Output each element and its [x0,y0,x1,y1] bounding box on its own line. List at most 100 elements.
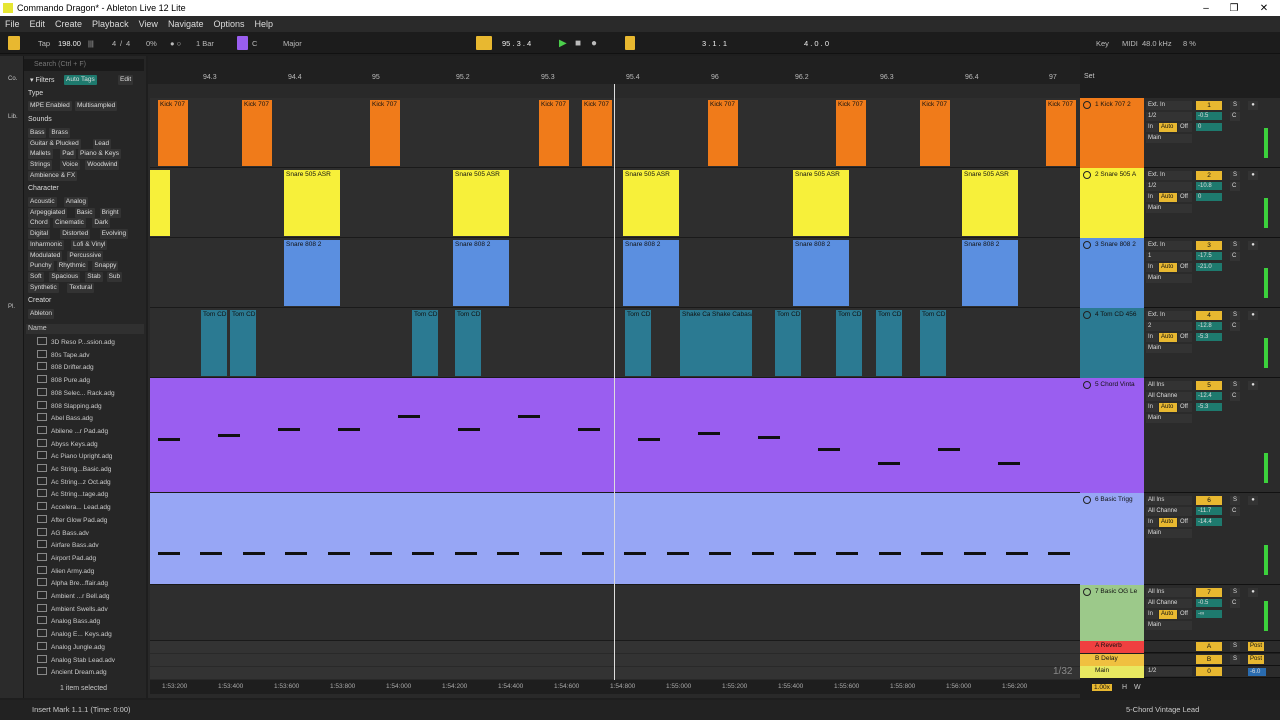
input-channel-select[interactable]: 1 [1146,252,1192,261]
midi-note[interactable] [878,552,901,555]
track-lane[interactable] [150,378,1080,493]
midi-note[interactable] [666,552,689,555]
input-type-select[interactable]: Ext. In [1146,241,1192,250]
midi-note[interactable] [327,552,350,555]
tag-character[interactable]: Rhythmic [56,261,88,272]
midi-note[interactable] [370,552,392,555]
tap-button[interactable]: Tap [38,37,50,49]
output-select[interactable]: Main [1146,134,1192,143]
audio-clip[interactable]: Snare 808 2 [284,240,340,306]
audio-clip[interactable]: Kick 707 [708,100,738,166]
volume-field[interactable]: -11.7 [1196,507,1222,515]
send-field[interactable]: -21.0 [1196,263,1222,271]
midi-note[interactable] [285,552,308,555]
audio-clip[interactable]: Tom CD [455,310,481,376]
tag-character[interactable]: Punchy [28,261,54,272]
menu-navigate[interactable]: Navigate [163,19,209,29]
arm-icon[interactable]: ● [1248,101,1258,110]
monitor-off-button[interactable]: Off [1178,333,1192,342]
volume-field[interactable]: -17.5 [1196,252,1222,260]
menu-view[interactable]: View [134,19,163,29]
tag-sound[interactable]: Ambience & FX [28,170,78,181]
solo-button[interactable]: S [1230,588,1240,597]
track-fold-icon[interactable] [1083,496,1091,504]
send-field[interactable]: 0 [1196,193,1222,201]
browser-file-item[interactable]: Analog Stab Lead.adv [37,655,115,664]
audio-clip[interactable] [150,170,170,236]
browser-file-item[interactable]: Ac String...tage.adg [37,489,108,498]
menu-edit[interactable]: Edit [25,19,51,29]
audio-clip[interactable]: Snare 505 ASR [623,170,679,236]
monitor-in-button[interactable]: In [1146,403,1158,412]
creator-header[interactable]: Creator [28,297,51,304]
send-field[interactable]: -∞ [1196,610,1222,618]
track-lane[interactable]: Kick 707 Kick 707 Kick 707 Kick 707 Kick 707… [150,98,1080,168]
tag-character[interactable]: Stab [85,271,103,282]
track-header[interactable]: 2 Snare 505 A [1080,168,1144,238]
monitor-off-button[interactable]: Off [1178,518,1192,527]
pan-field[interactable]: C [1230,599,1240,608]
close-icon[interactable]: ✕ [1250,0,1278,16]
send-field[interactable]: -5.3 [1196,403,1222,411]
monitor-off-button[interactable]: Off [1178,263,1192,272]
menu-file[interactable]: File [0,19,25,29]
audio-clip[interactable]: Tom CD [876,310,902,376]
arm-icon[interactable]: ● [1248,588,1258,597]
midi-note[interactable] [751,552,774,555]
solo-button[interactable]: S [1230,241,1240,250]
main-volume[interactable]: -6.0 [1248,668,1266,676]
midi-note[interactable] [218,434,240,437]
midi-note[interactable] [963,552,986,555]
midi-note[interactable] [624,552,647,555]
loop-start[interactable]: 3 . 1 . 1 [702,37,727,49]
monitor-in-button[interactable]: In [1146,610,1158,619]
quantize-menu[interactable]: 1 Bar [196,37,214,49]
midi-note[interactable] [454,552,477,555]
zoom-level[interactable]: 1.00x [1092,684,1112,691]
monitor-in-button[interactable]: In [1146,193,1158,202]
browser-file-item[interactable]: Alien Army.adg [37,566,94,575]
track-header[interactable]: 6 Basic Trigg [1080,493,1144,585]
browser-file-item[interactable]: Abyss Keys.adg [37,439,98,448]
time-sig-numerator[interactable]: 4 [112,37,116,49]
midi-note[interactable] [412,552,435,555]
input-type-select[interactable]: Ext. In [1146,101,1192,110]
track-fold-icon[interactable] [1083,101,1091,109]
midi-note[interactable] [398,415,420,418]
arm-icon[interactable]: ● [1248,496,1258,505]
return-solo-button[interactable]: S [1230,642,1240,651]
sounds-header[interactable]: Sounds [28,116,52,123]
browser-file-item[interactable]: Airfare Bass.adv [37,540,99,549]
browser-file-item[interactable]: After Glow Pad.adg [37,515,107,524]
input-type-select[interactable]: All Ins [1146,588,1192,597]
tag-character[interactable]: Chord [28,218,50,229]
midi-note[interactable] [878,462,900,465]
audio-clip[interactable]: Snare 808 2 [623,240,679,306]
monitor-off-button[interactable]: Off [1178,193,1192,202]
tag-character[interactable]: Basic [74,207,95,218]
monitor-auto-button[interactable]: Auto [1159,193,1177,202]
midi-note[interactable] [158,552,180,555]
tag-character[interactable]: Synthetic [28,282,59,293]
monitor-auto-button[interactable]: Auto [1159,333,1177,342]
tag-character[interactable]: Analog [63,197,89,207]
song-position[interactable]: 95 . 3 . 4 [502,37,531,49]
track-fold-icon[interactable] [1083,171,1091,179]
arm-icon[interactable]: ● [1248,241,1258,250]
tag-ableton[interactable]: Ableton [28,309,55,319]
midi-note[interactable] [698,432,720,435]
tag-character[interactable]: Acoustic [28,197,57,207]
browser-search-input[interactable]: Search (Ctrl + F) [24,59,144,71]
pan-field[interactable]: C [1230,252,1240,261]
midi-note[interactable] [794,552,816,555]
tag-character[interactable]: Cinematic [53,218,86,229]
scale-mode-icon[interactable] [237,36,248,50]
track-activator-button[interactable]: 3 [1196,241,1222,250]
key-map-button[interactable]: Key [1096,37,1109,49]
track-lane[interactable] [150,585,1080,641]
metronome-grid-icon[interactable]: ||| [88,37,94,49]
follow-icon[interactable] [476,36,492,50]
audio-clip[interactable]: Snare 808 2 [793,240,849,306]
midi-note[interactable] [539,552,562,555]
track-fold-icon[interactable] [1083,588,1091,596]
